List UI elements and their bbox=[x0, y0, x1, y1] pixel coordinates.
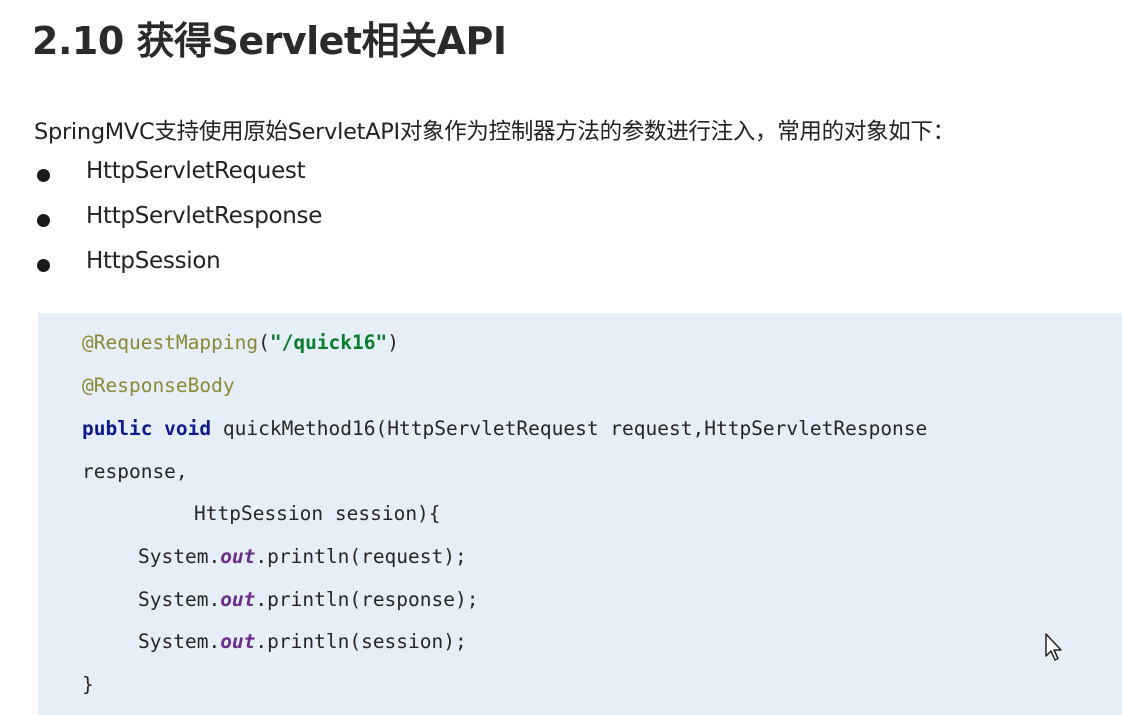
code-line-request-mapping: @RequestMapping("/quick16") bbox=[82, 331, 399, 354]
code-text: .println(session); bbox=[255, 630, 467, 653]
code-line-response-param: response, bbox=[82, 460, 188, 483]
code-string: "/quick16" bbox=[269, 331, 388, 354]
code-line-response-body: @ResponseBody bbox=[82, 374, 235, 397]
code-line-print-response: System.out.println(response); bbox=[138, 588, 478, 611]
intro-paragraph: SpringMVC支持使用原始ServletAPI对象作为控制器方法的参数进行注… bbox=[34, 119, 955, 145]
code-text: System. bbox=[138, 630, 221, 653]
code-block: @RequestMapping("/quick16") @ResponseBod… bbox=[38, 313, 1122, 715]
code-text: .println(response); bbox=[255, 588, 479, 611]
code-static-field: out bbox=[220, 545, 256, 568]
code-text: quickMethod16(HttpServletRequest request… bbox=[211, 417, 928, 440]
code-keyword: public void bbox=[82, 417, 212, 440]
code-annotation: @ResponseBody bbox=[82, 374, 235, 397]
bullet-icon bbox=[37, 259, 50, 272]
code-line-print-session: System.out.println(session); bbox=[138, 630, 467, 653]
code-text: .println(request); bbox=[255, 545, 467, 568]
bullet-icon bbox=[37, 169, 50, 182]
list-item-label: HttpServletRequest bbox=[86, 158, 306, 184]
code-text: System. bbox=[138, 545, 221, 568]
code-line-print-request: System.out.println(request); bbox=[138, 545, 467, 568]
code-line-method-signature: public void quickMethod16(HttpServletReq… bbox=[82, 417, 927, 440]
code-static-field: out bbox=[220, 588, 256, 611]
code-annotation: @RequestMapping bbox=[82, 331, 259, 354]
code-line-close-brace: } bbox=[82, 673, 94, 696]
code-line-session-param: HttpSession session){ bbox=[194, 502, 441, 525]
list-item-label: HttpSession bbox=[86, 248, 221, 274]
list-item: HttpServletRequest bbox=[0, 152, 600, 197]
mouse-pointer-icon bbox=[1045, 633, 1062, 661]
list-item-label: HttpServletResponse bbox=[86, 203, 323, 229]
list-item: HttpSession bbox=[0, 242, 600, 287]
servlet-object-list: HttpServletRequest HttpServletResponse H… bbox=[0, 152, 600, 287]
bullet-icon bbox=[37, 214, 50, 227]
code-text: System. bbox=[138, 588, 221, 611]
list-item: HttpServletResponse bbox=[0, 197, 600, 242]
code-paren: ) bbox=[387, 331, 400, 354]
code-static-field: out bbox=[220, 630, 256, 653]
code-paren: ( bbox=[258, 331, 270, 354]
page-title: 2.10 获得Servlet相关API bbox=[32, 19, 507, 63]
